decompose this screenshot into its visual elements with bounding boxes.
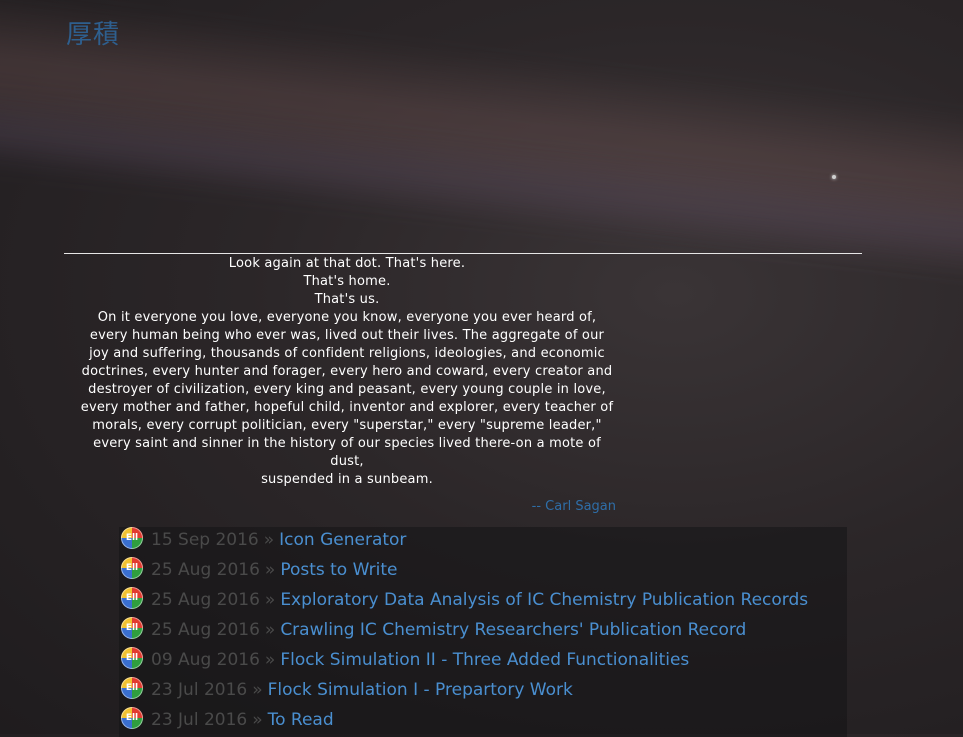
post-list-item: Ell 15 Sep 2016» Icon Generator xyxy=(121,527,406,557)
post-date: 25 Aug 2016 xyxy=(151,560,260,580)
divider xyxy=(64,253,862,254)
post-separator: » xyxy=(264,650,276,670)
post-separator: » xyxy=(264,560,276,580)
post-category-icon: Ell xyxy=(121,707,143,729)
quote-line: dust, xyxy=(330,454,364,469)
post-list-item: Ell 09 Aug 2016» Flock Simulation II - Thr… xyxy=(121,647,689,677)
post-category-icon: Ell xyxy=(121,677,143,699)
quote-line: On it everyone you love, everyone you kn… xyxy=(97,310,597,325)
post-link[interactable]: Exploratory Data Analysis of IC Chemistr… xyxy=(280,590,808,610)
post-list-item: Ell 25 Aug 2016» Exploratory Data Analysis… xyxy=(121,587,808,617)
post-list-item: Ell 25 Aug 2016» Crawling IC Chemistry Res… xyxy=(121,617,746,647)
post-link[interactable]: Flock Simulation I - Prepartory Work xyxy=(268,680,573,700)
post-date: 25 Aug 2016 xyxy=(151,620,260,640)
quote-line: doctrines, every hunter and forager, eve… xyxy=(81,364,613,379)
post-date: 23 Jul 2016 xyxy=(151,680,248,700)
quote-line: every mother and father, hopeful child, … xyxy=(80,400,614,415)
post-link[interactable]: Icon Generator xyxy=(279,530,406,550)
post-list-item: Ell 25 Aug 2016» Posts to Write xyxy=(121,557,398,587)
post-separator: » xyxy=(252,680,263,700)
quote-line: every saint and sinner in the history of… xyxy=(93,436,601,451)
post-separator: » xyxy=(264,620,276,640)
post-link[interactable]: To Read xyxy=(268,710,334,730)
post-category-icon: Ell xyxy=(121,587,143,609)
quote-block: Look again at that dot. That's here. Tha… xyxy=(74,255,620,489)
site-title[interactable]: 厚積 xyxy=(66,14,120,51)
post-date: 09 Aug 2016 xyxy=(151,650,260,670)
quote-line: That's home. xyxy=(303,274,391,289)
post-category-icon: Ell xyxy=(121,527,143,549)
post-link[interactable]: Flock Simulation II - Three Added Functi… xyxy=(280,650,689,670)
post-link[interactable]: Crawling IC Chemistry Researchers' Publi… xyxy=(280,620,746,640)
post-separator: » xyxy=(264,590,276,610)
quote-line: destroyer of civilization, every king an… xyxy=(88,382,606,397)
quote-line: every human being who ever was, lived ou… xyxy=(89,328,605,343)
post-link[interactable]: Posts to Write xyxy=(280,560,397,580)
quote-line: morals, every corrupt politician, every … xyxy=(92,418,602,433)
post-date: 15 Sep 2016 xyxy=(151,530,259,550)
post-list-item: Ell 23 Jul 2016» To Read xyxy=(121,707,334,737)
post-list-item: Ell 23 Jul 2016» Flock Simulation I - Prep… xyxy=(121,677,573,707)
quote-line: That's us. xyxy=(314,292,380,307)
post-separator: » xyxy=(252,710,263,730)
quote-line: Look again at that dot. That's here. xyxy=(228,256,466,271)
post-date: 23 Jul 2016 xyxy=(151,710,248,730)
pale-blue-dot xyxy=(832,175,836,179)
post-category-icon: Ell xyxy=(121,557,143,579)
quote-line: joy and suffering, thousands of confiden… xyxy=(89,346,605,361)
post-date: 25 Aug 2016 xyxy=(151,590,260,610)
quote-line: suspended in a sunbeam. xyxy=(261,472,433,487)
post-category-icon: Ell xyxy=(121,647,143,669)
post-category-icon: Ell xyxy=(121,617,143,639)
quote-attribution: -- Carl Sagan xyxy=(531,499,616,514)
post-separator: » xyxy=(263,530,275,550)
